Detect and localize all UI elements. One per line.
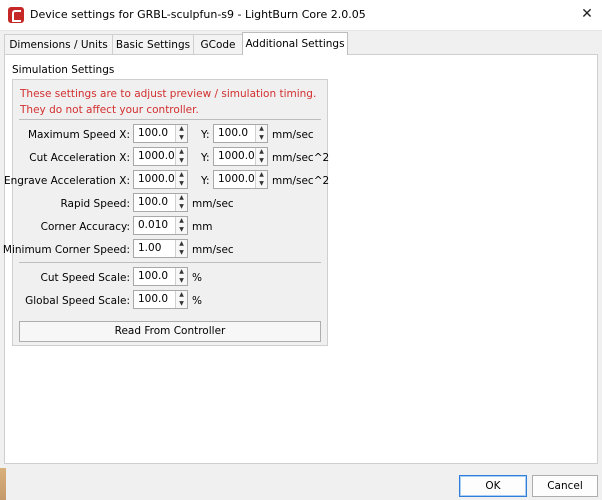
cut-accel-y-label: Y: xyxy=(201,152,210,164)
spin-down-icon[interactable]: ▼ xyxy=(176,180,187,188)
global-speed-scale-input[interactable] xyxy=(134,291,177,308)
spin-arrows[interactable]: ▲ ▼ xyxy=(175,217,187,234)
max-speed-x-input[interactable] xyxy=(134,125,177,142)
rapid-speed-unit: mm/sec xyxy=(192,198,234,210)
background-desktop-strip xyxy=(0,468,6,500)
spin-arrows[interactable]: ▲ ▼ xyxy=(175,171,187,188)
max-speed-y-spinbox[interactable]: ▲ ▼ xyxy=(213,124,268,143)
spin-down-icon[interactable]: ▼ xyxy=(176,277,187,285)
spin-arrows[interactable]: ▲ ▼ xyxy=(175,268,187,285)
cut-accel-x-input[interactable] xyxy=(134,148,177,165)
global-speed-scale-spinbox[interactable]: ▲ ▼ xyxy=(133,290,188,309)
window-title: Device settings for GRBL-sculpfun-s9 - L… xyxy=(30,8,366,21)
max-speed-y-input[interactable] xyxy=(214,125,257,142)
spin-up-icon[interactable]: ▲ xyxy=(176,148,187,156)
spin-down-icon[interactable]: ▼ xyxy=(176,203,187,211)
lightburn-app-icon xyxy=(8,7,24,23)
spin-up-icon[interactable]: ▲ xyxy=(176,171,187,179)
spin-arrows[interactable]: ▲ ▼ xyxy=(175,240,187,257)
max-speed-y-label: Y: xyxy=(201,129,210,141)
corner-accuracy-label: Corner Accuracy: xyxy=(40,221,130,233)
spin-down-icon[interactable]: ▼ xyxy=(176,226,187,234)
rapid-speed-input[interactable] xyxy=(134,194,177,211)
spin-arrows[interactable]: ▲ ▼ xyxy=(175,148,187,165)
min-corner-speed-spinbox[interactable]: ▲ ▼ xyxy=(133,239,188,258)
global-speed-scale-unit: % xyxy=(192,295,202,307)
spin-up-icon[interactable]: ▲ xyxy=(256,171,267,179)
title-bar: Device settings for GRBL-sculpfun-s9 - L… xyxy=(0,0,602,31)
group-title: Simulation Settings xyxy=(12,64,115,76)
spin-up-icon[interactable]: ▲ xyxy=(176,291,187,299)
spin-up-icon[interactable]: ▲ xyxy=(176,217,187,225)
spin-down-icon[interactable]: ▼ xyxy=(256,134,267,142)
spin-up-icon[interactable]: ▲ xyxy=(256,148,267,156)
cut-accel-unit: mm/sec^2 xyxy=(272,152,330,164)
cut-accel-x-spinbox[interactable]: ▲ ▼ xyxy=(133,147,188,166)
spin-down-icon[interactable]: ▼ xyxy=(256,157,267,165)
spin-up-icon[interactable]: ▲ xyxy=(176,268,187,276)
engrave-accel-label: Engrave Acceleration X: xyxy=(3,175,130,187)
spin-down-icon[interactable]: ▼ xyxy=(256,180,267,188)
spin-up-icon[interactable]: ▲ xyxy=(176,240,187,248)
spin-up-icon[interactable]: ▲ xyxy=(256,125,267,133)
spin-arrows[interactable]: ▲ ▼ xyxy=(255,148,267,165)
spin-arrows[interactable]: ▲ ▼ xyxy=(255,125,267,142)
read-from-controller-button[interactable]: Read From Controller xyxy=(19,321,321,342)
min-corner-speed-unit: mm/sec xyxy=(192,244,234,256)
engrave-accel-unit: mm/sec^2 xyxy=(272,175,330,187)
rapid-speed-label: Rapid Speed: xyxy=(60,198,130,210)
spin-arrows[interactable]: ▲ ▼ xyxy=(255,171,267,188)
spin-arrows[interactable]: ▲ ▼ xyxy=(175,291,187,308)
spin-arrows[interactable]: ▲ ▼ xyxy=(175,194,187,211)
tab-additional-settings[interactable]: Additional Settings xyxy=(242,32,348,55)
separator-top xyxy=(19,119,321,120)
spin-up-icon[interactable]: ▲ xyxy=(176,125,187,133)
cut-accel-y-spinbox[interactable]: ▲ ▼ xyxy=(213,147,268,166)
engrave-accel-y-input[interactable] xyxy=(214,171,257,188)
spin-up-icon[interactable]: ▲ xyxy=(176,194,187,202)
max-speed-unit: mm/sec xyxy=(272,129,314,141)
min-corner-speed-label: Minimum Corner Speed: xyxy=(2,244,130,256)
spin-down-icon[interactable]: ▼ xyxy=(176,134,187,142)
corner-accuracy-spinbox[interactable]: ▲ ▼ xyxy=(133,216,188,235)
corner-accuracy-input[interactable] xyxy=(134,217,177,234)
max-speed-x-spinbox[interactable]: ▲ ▼ xyxy=(133,124,188,143)
warning-text-line1: These settings are to adjust preview / s… xyxy=(20,88,317,100)
cut-accel-label: Cut Acceleration X: xyxy=(29,152,130,164)
global-speed-scale-label: Global Speed Scale: xyxy=(25,295,130,307)
spin-down-icon[interactable]: ▼ xyxy=(176,300,187,308)
engrave-accel-x-input[interactable] xyxy=(134,171,177,188)
cut-accel-y-input[interactable] xyxy=(214,148,257,165)
cut-speed-scale-unit: % xyxy=(192,272,202,284)
tab-bar: Dimensions / Units Basic Settings GCode … xyxy=(4,32,598,55)
rapid-speed-spinbox[interactable]: ▲ ▼ xyxy=(133,193,188,212)
min-corner-speed-input[interactable] xyxy=(134,240,177,257)
corner-accuracy-unit: mm xyxy=(192,221,213,233)
max-speed-label: Maximum Speed X: xyxy=(27,129,130,141)
cut-speed-scale-input[interactable] xyxy=(134,268,177,285)
separator-middle xyxy=(19,262,321,263)
engrave-accel-x-spinbox[interactable]: ▲ ▼ xyxy=(133,170,188,189)
tab-gcode[interactable]: GCode xyxy=(193,34,243,54)
tab-basic-settings[interactable]: Basic Settings xyxy=(112,34,194,54)
spin-down-icon[interactable]: ▼ xyxy=(176,157,187,165)
engrave-accel-y-label: Y: xyxy=(201,175,210,187)
tab-dimensions-units[interactable]: Dimensions / Units xyxy=(4,34,113,54)
spin-down-icon[interactable]: ▼ xyxy=(176,249,187,257)
engrave-accel-y-spinbox[interactable]: ▲ ▼ xyxy=(213,170,268,189)
cut-speed-scale-spinbox[interactable]: ▲ ▼ xyxy=(133,267,188,286)
spin-arrows[interactable]: ▲ ▼ xyxy=(175,125,187,142)
cancel-button[interactable]: Cancel xyxy=(532,475,598,497)
cut-speed-scale-label: Cut Speed Scale: xyxy=(40,272,130,284)
warning-text-line2: They do not affect your controller. xyxy=(20,104,199,116)
ok-button[interactable]: OK xyxy=(459,475,527,497)
close-icon[interactable]: ✕ xyxy=(578,5,596,23)
